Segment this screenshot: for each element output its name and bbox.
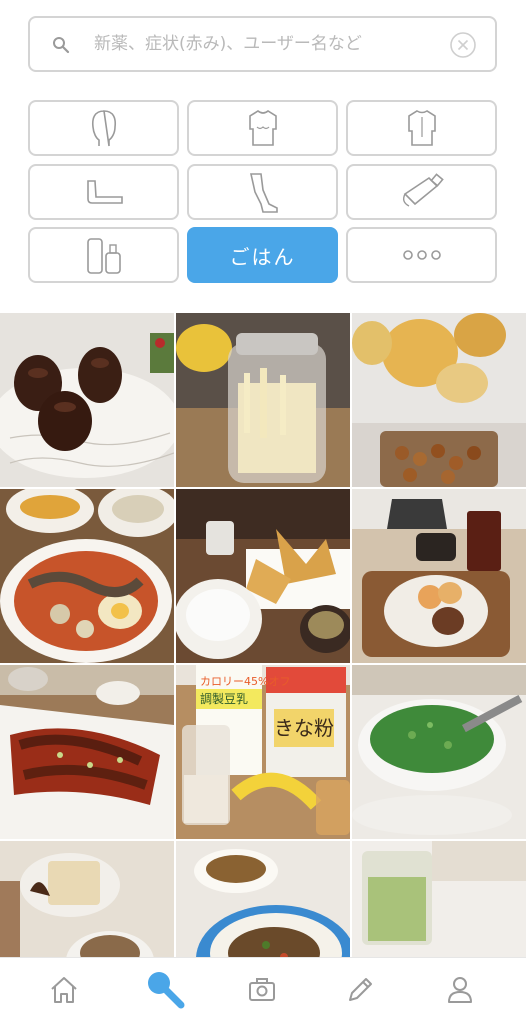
category-head-button[interactable]: [28, 100, 179, 156]
torso-front-icon: [248, 110, 277, 146]
tab-post[interactable]: [340, 970, 380, 1010]
photo-tile-rice-bowl[interactable]: [176, 841, 350, 957]
search-input[interactable]: [94, 28, 434, 60]
photo-tile-tofu[interactable]: [0, 841, 174, 957]
tab-home[interactable]: [44, 970, 84, 1010]
search-icon: [53, 37, 70, 54]
tab-camera[interactable]: [242, 970, 282, 1010]
search-bar: [28, 16, 497, 72]
home-icon: [51, 977, 77, 1003]
torso-back-icon: [407, 110, 436, 146]
more-dots-icon: [402, 250, 441, 260]
photo-tile-eel-plate[interactable]: [0, 665, 174, 839]
category-chest-button[interactable]: [187, 100, 338, 156]
person-icon: [448, 977, 472, 1003]
search-icon: [148, 972, 185, 1009]
photo-tile-green-juice[interactable]: [352, 841, 526, 957]
leg-icon: [249, 173, 278, 213]
photo-tile-jar[interactable]: [176, 313, 350, 487]
category-skincare-button[interactable]: [28, 227, 179, 283]
photo-tile-canele[interactable]: [0, 313, 174, 487]
category-ointment-button[interactable]: [346, 164, 497, 220]
tab-profile[interactable]: [440, 970, 480, 1010]
photo-tile-cafe-dessert[interactable]: [352, 489, 526, 663]
photo-text-calorie: カロリー45%オフ: [200, 675, 290, 688]
photo-tile-tempura[interactable]: [176, 489, 350, 663]
category-food-label: ごはん: [229, 244, 296, 269]
category-food-button[interactable]: ごはん: [187, 227, 338, 283]
photo-tile-soymilk[interactable]: カロリー45%オフ 調製豆乳 きな粉: [176, 665, 350, 839]
photo-tile-green-soup[interactable]: [352, 665, 526, 839]
category-more-button[interactable]: [346, 227, 497, 283]
bottom-tab-bar: [0, 957, 526, 1024]
camera-icon: [249, 978, 275, 1001]
head-icon: [91, 110, 116, 147]
category-back-button[interactable]: [346, 100, 497, 156]
clear-icon[interactable]: [449, 31, 477, 59]
photo-text-soymilk: 調製豆乳: [200, 692, 248, 706]
ointment-tube-icon: [402, 173, 444, 207]
tab-search[interactable]: [142, 966, 188, 1012]
category-leg-button[interactable]: [187, 164, 338, 220]
photo-text-kinako: きな粉: [274, 716, 334, 740]
pencil-icon: [349, 978, 372, 1001]
photo-tile-noodle-soup[interactable]: [0, 489, 174, 663]
skincare-bottles-icon: [86, 238, 121, 274]
photo-grid: カロリー45%オフ 調製豆乳 きな粉: [0, 313, 526, 957]
photo-tile-bread[interactable]: [352, 313, 526, 487]
category-arm-button[interactable]: [28, 164, 179, 220]
arm-icon: [86, 180, 123, 204]
